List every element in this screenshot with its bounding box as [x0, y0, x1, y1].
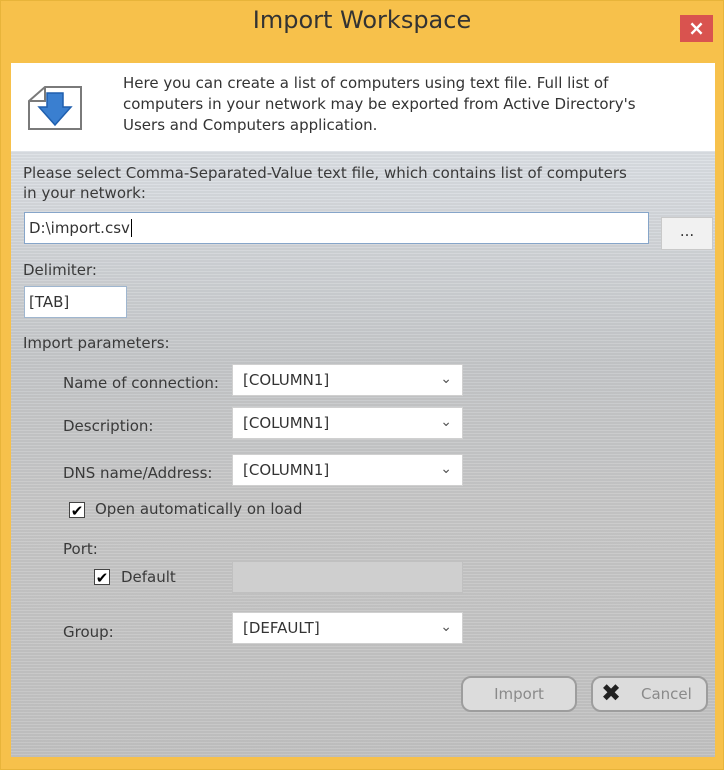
group-select[interactable]: [DEFAULT] ⌄ — [232, 612, 463, 644]
browse-button[interactable]: ... — [661, 217, 713, 250]
port-label: Port: — [63, 540, 98, 558]
info-line: Users and Computers application. — [123, 116, 378, 134]
info-line: computers in your network may be exporte… — [123, 95, 636, 113]
import-button[interactable]: Import — [461, 676, 577, 712]
text-cursor: ​ — [130, 219, 132, 237]
selected-value: [COLUMN1] — [243, 371, 330, 389]
info-text: Here you can create a list of computers … — [123, 73, 663, 136]
delimiter-input[interactable]: [TAB] — [24, 286, 127, 318]
name-of-connection-label: Name of connection: — [63, 374, 219, 392]
open-automatically-label: Open automatically on load — [95, 500, 303, 518]
file-path-input[interactable]: D:\import.csv​ — [24, 212, 649, 244]
close-icon: × — [688, 16, 705, 40]
name-of-connection-select[interactable]: [COLUMN1] ⌄ — [232, 364, 463, 396]
delimiter-label: Delimiter: — [23, 261, 97, 279]
port-default-label: Default — [121, 568, 176, 586]
port-input[interactable] — [232, 561, 463, 593]
dns-name-label: DNS name/Address: — [63, 464, 213, 482]
file-path-value: D:\import.csv — [29, 219, 130, 237]
chevron-down-icon: ⌄ — [440, 371, 452, 387]
form-area: Please select Comma-Separated-Value text… — [11, 151, 715, 757]
file-select-label-line: Please select Comma-Separated-Value text… — [23, 164, 627, 182]
close-icon: ✖ — [601, 679, 622, 707]
file-select-label-line: in your network: — [23, 184, 146, 202]
cancel-label: Cancel — [641, 685, 692, 703]
chevron-down-icon: ⌄ — [440, 619, 452, 635]
chevron-down-icon: ⌄ — [440, 461, 452, 477]
description-label: Description: — [63, 417, 154, 435]
info-line: Here you can create a list of computers … — [123, 74, 609, 92]
info-panel: Here you can create a list of computers … — [11, 63, 715, 151]
selected-value: [COLUMN1] — [243, 414, 330, 432]
port-default-checkbox[interactable]: ✔ — [94, 569, 110, 587]
import-workspace-window: Import Workspace × Here you can create a… — [0, 0, 724, 770]
selected-value: [DEFAULT] — [243, 619, 320, 637]
group-label: Group: — [63, 623, 114, 641]
close-button[interactable]: × — [680, 15, 713, 42]
title-bar[interactable]: Import Workspace × — [1, 1, 723, 45]
chevron-down-icon: ⌄ — [440, 414, 452, 430]
cancel-button[interactable]: ✖ Cancel — [591, 676, 708, 712]
check-icon: ✔ — [95, 569, 109, 587]
check-icon: ✔ — [70, 502, 84, 520]
dns-name-select[interactable]: [COLUMN1] ⌄ — [232, 454, 463, 486]
selected-value: [COLUMN1] — [243, 461, 330, 479]
file-select-label: Please select Comma-Separated-Value text… — [23, 163, 627, 203]
window-title: Import Workspace — [252, 6, 472, 34]
open-automatically-checkbox[interactable]: ✔ — [69, 502, 85, 520]
download-arrow-icon — [28, 86, 82, 130]
import-parameters-label: Import parameters: — [23, 334, 170, 352]
description-select[interactable]: [COLUMN1] ⌄ — [232, 407, 463, 439]
